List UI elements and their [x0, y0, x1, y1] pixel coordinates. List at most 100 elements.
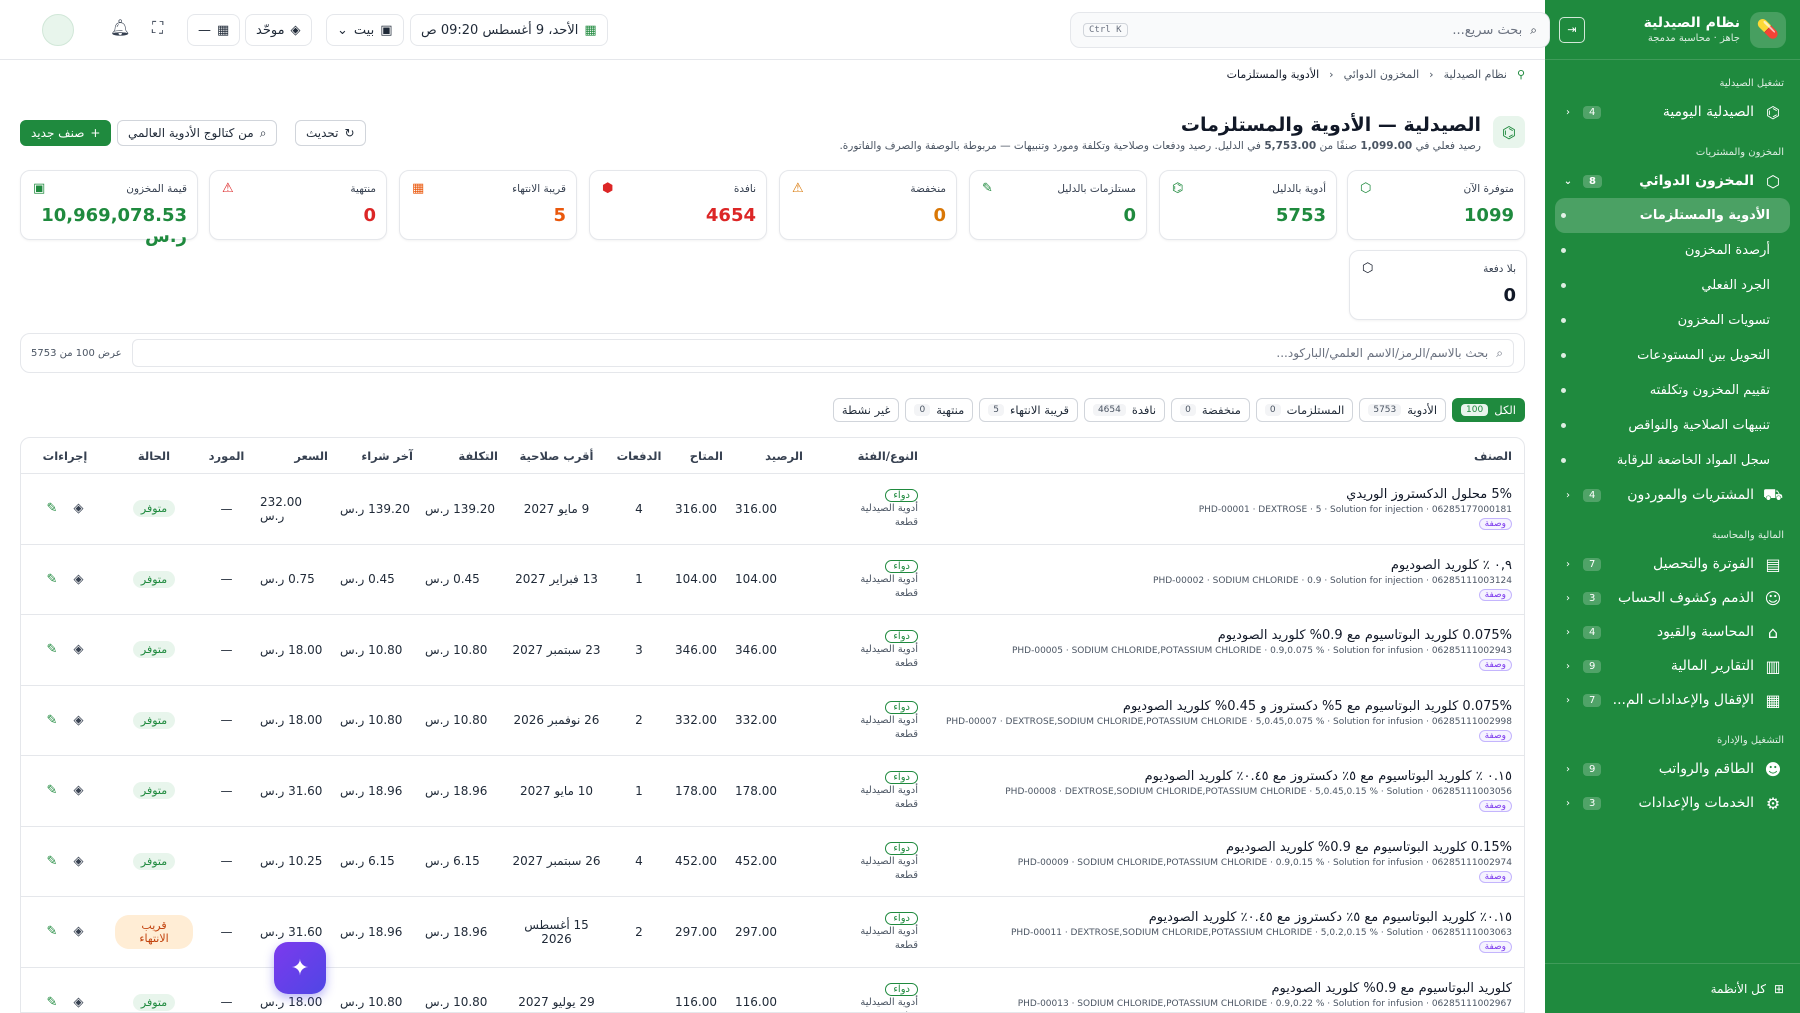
- table-row[interactable]: 5% محلول الدكستروز الوريدي PHD-00001 · DE…: [21, 474, 1524, 545]
- edit-icon[interactable]: ✎: [47, 854, 58, 869]
- filter-chip[interactable]: منخفضة 0: [1171, 398, 1250, 422]
- batches-icon[interactable]: ◈: [73, 642, 83, 657]
- table-row[interactable]: ٠.١٥٪ كلوريد البوتاسيوم مع ٥٪ دكستروز مع…: [21, 897, 1524, 968]
- filter-chip[interactable]: منتهية 0: [905, 398, 974, 422]
- kpi-value: 0: [363, 205, 376, 226]
- mode-select[interactable]: ◈ موحّد: [245, 14, 312, 46]
- edit-icon[interactable]: ✎: [47, 924, 58, 939]
- sidebar-item-daily[interactable]: ⌬ الصيدلية اليومية 4 ‹: [1545, 95, 1800, 129]
- fullscreen-icon[interactable]: ⛶: [152, 18, 163, 38]
- sidebar-sub-valuation[interactable]: تقييم المخزون وتكلفته: [1545, 373, 1800, 408]
- sidebar-sub-controlled[interactable]: سجل المواد الخاضعة للرقابة: [1545, 443, 1800, 478]
- filter-chip[interactable]: المستلزمات 0: [1255, 398, 1354, 422]
- sidebar-item-services[interactable]: ⚙ الخدمات والإعدادات 3 ‹: [1545, 786, 1800, 820]
- filter-chip[interactable]: الأدوية 5753: [1359, 398, 1447, 422]
- sidebar-item-inventory[interactable]: ⬡ المخزون الدوائي 8 ⌄: [1545, 164, 1800, 198]
- chevron-down-icon: ⌄: [1563, 175, 1573, 187]
- table-row[interactable]: 0.075% كلوريد البوتاسيوم مع 5% دكستروز و…: [21, 686, 1524, 756]
- sidebar-item-receivables[interactable]: ☺ الذمم وكشوف الحساب 3 ‹: [1545, 581, 1800, 615]
- sidebar-sub-stocktake[interactable]: الجرد الفعلي: [1545, 268, 1800, 303]
- count-badge: 7: [1583, 693, 1602, 707]
- batches-icon[interactable]: ◈: [73, 572, 83, 587]
- table-row[interactable]: كلوريد البوتاسيوم مع 0.9% كلوريد الصوديو…: [21, 968, 1524, 1012]
- status-badge: متوفر: [132, 993, 176, 1011]
- sidebar-collapse-icon[interactable]: ⇥: [1559, 16, 1585, 43]
- item-name[interactable]: 5% محلول الدكستروز الوريدي: [930, 487, 1512, 502]
- breadcrumb-item[interactable]: نظام الصيدلية: [1444, 68, 1507, 81]
- sidebar-item-purchases[interactable]: ⛟ المشتريات والموردون 4 ‹: [1545, 478, 1800, 512]
- kpi-label: منتهية: [350, 183, 376, 195]
- item-name[interactable]: ٠.١٥٪ كلوريد البوتاسيوم مع ٥٪ دكستروز مع…: [930, 910, 1512, 925]
- batches-icon[interactable]: ◈: [73, 854, 83, 869]
- kpi-card[interactable]: منتهية ⚠ 0: [209, 170, 387, 240]
- kpi-card[interactable]: بلا دفعة ⬡ 0: [1349, 250, 1527, 320]
- edit-icon[interactable]: ✎: [47, 572, 58, 587]
- sidebar-sub-transfers[interactable]: التحويل بين المستودعات: [1545, 338, 1800, 373]
- item-name[interactable]: 0.075% كلوريد البوتاسيوم مع 0.9% كلوريد …: [930, 628, 1512, 643]
- batches-icon[interactable]: ◈: [73, 501, 83, 516]
- filter-chip[interactable]: قريبة الانتهاء 5: [979, 398, 1078, 422]
- edit-icon[interactable]: ✎: [47, 642, 58, 657]
- chevron-left-icon: ‹: [1566, 797, 1570, 809]
- ai-assistant-button[interactable]: ✦: [274, 942, 326, 994]
- sidebar-sub-balances[interactable]: أرصدة المخزون: [1545, 233, 1800, 268]
- batches-icon[interactable]: ◈: [73, 995, 83, 1010]
- sidebar-item-billing[interactable]: ▤ الفوترة والتحصيل 7 ‹: [1545, 547, 1800, 581]
- edit-icon[interactable]: ✎: [47, 783, 58, 798]
- add-item-button[interactable]: + صنف جديد: [20, 120, 112, 146]
- datetime-chip[interactable]: ▦ الأحد، 9 أغسطس 09:20 ص: [410, 14, 608, 46]
- kpi-card[interactable]: قيمة المخزون ▣ 10,969,078.53 ر.س: [20, 170, 198, 247]
- filter-chip[interactable]: نافدة 4654: [1083, 398, 1166, 422]
- quick-search[interactable]: ⌕ بحث سريع... Ctrl K: [1070, 12, 1550, 48]
- item-name[interactable]: كلوريد البوتاسيوم مع 0.9% كلوريد الصوديو…: [930, 981, 1512, 996]
- sidebar-item-closing[interactable]: ▦ الإقفال والإعدادات الم... 7 ‹: [1545, 683, 1800, 717]
- location-select[interactable]: ▣ بيت ⌄: [326, 14, 404, 46]
- avatar[interactable]: [42, 14, 74, 46]
- batches-icon[interactable]: ◈: [73, 924, 83, 939]
- filter-chip[interactable]: الكل 100: [1452, 398, 1525, 422]
- table-row[interactable]: ٠,٩ ٪ كلوريد الصوديوم PHD-00002 · SODIUM …: [21, 545, 1524, 615]
- cubes-icon: ⬡: [1360, 181, 1372, 196]
- all-systems-link[interactable]: ⊞ كل الأنظمة: [1545, 963, 1800, 1013]
- table-row[interactable]: 0.075% كلوريد البوتاسيوم مع 0.9% كلوريد …: [21, 615, 1524, 686]
- bell-icon[interactable]: 🔔︎: [110, 18, 130, 37]
- batches-icon[interactable]: ◈: [73, 713, 83, 728]
- table-row[interactable]: 0.15% كلوريد البوتاسيوم مع 0.9% كلوريد ا…: [21, 827, 1524, 897]
- item-meta: PHD-00009 · SODIUM CHLORIDE,POTASSIUM CH…: [1017, 857, 1512, 868]
- item-search-input[interactable]: ⌕ بحث بالاسم/الرمز/الاسم العلمي/الباركود…: [131, 339, 1514, 367]
- chevron-left-icon: ‹: [1566, 626, 1570, 638]
- sidebar-header: 💊 نظام الصيدلية جاهز · محاسبة مدمجة ⇥: [1545, 0, 1800, 60]
- kpi-card[interactable]: نافدة ⬢ 4654: [589, 170, 767, 240]
- edit-icon[interactable]: ✎: [47, 995, 58, 1010]
- type-badge: دواء: [885, 982, 918, 996]
- kpi-card[interactable]: منخفضة ⚠ 0: [779, 170, 957, 240]
- sidebar-item-staff[interactable]: ☻ الطاقم والرواتب 9 ‹: [1545, 752, 1800, 786]
- kpi-card[interactable]: متوفرة الآن ⬡ 1099: [1347, 170, 1525, 240]
- item-name[interactable]: 0.15% كلوريد البوتاسيوم مع 0.9% كلوريد ا…: [930, 840, 1512, 855]
- filter-chip[interactable]: غير نشطة: [832, 398, 900, 422]
- search-icon: ⌕: [259, 125, 267, 140]
- calendar-dash-chip[interactable]: ▦ —: [187, 14, 241, 46]
- kpi-card[interactable]: مستلزمات بالدليل ✎ 0: [969, 170, 1147, 240]
- sidebar-sub-medicines[interactable]: الأدوية والمستلزمات: [1555, 198, 1790, 233]
- item-name[interactable]: 0.075% كلوريد البوتاسيوم مع 5% دكستروز و…: [930, 699, 1512, 714]
- item-name[interactable]: ٠,٩ ٪ كلوريد الصوديوم: [930, 558, 1512, 573]
- breadcrumb: ⚲ نظام الصيدلية ‹ المخزون الدوائي ‹ الأد…: [1226, 68, 1525, 81]
- refresh-button[interactable]: ↻ تحديث: [295, 120, 366, 146]
- kpi-value: 5753: [1275, 205, 1326, 226]
- sidebar-item-reports[interactable]: ▥ التقارير المالية 9 ‹: [1545, 649, 1800, 683]
- edit-icon[interactable]: ✎: [47, 713, 58, 728]
- sidebar-item-accounting[interactable]: ⌂ المحاسبة والقيود 4 ‹: [1545, 615, 1800, 649]
- syringe-icon: ✎: [982, 181, 993, 196]
- sidebar-sub-alerts[interactable]: تنبيهات الصلاحية والنواقص: [1545, 408, 1800, 443]
- catalog-button[interactable]: ⌕ من كتالوج الأدوية العالمي: [117, 120, 278, 146]
- edit-icon[interactable]: ✎: [47, 501, 58, 516]
- item-name[interactable]: ٠.١٥ ٪ كلوريد البوتاسيوم مع ٥٪ دكستروز م…: [930, 769, 1512, 784]
- kpi-card[interactable]: أدوية بالدليل ⌬ 5753: [1159, 170, 1337, 240]
- batches-icon[interactable]: ◈: [73, 783, 83, 798]
- breadcrumb-item[interactable]: المخزون الدوائي: [1344, 68, 1420, 81]
- table-row[interactable]: ٠.١٥ ٪ كلوريد البوتاسيوم مع ٥٪ دكستروز م…: [21, 756, 1524, 827]
- app-title: نظام الصيدلية: [1643, 15, 1740, 31]
- sidebar-sub-adjustments[interactable]: تسويات المخزون: [1545, 303, 1800, 338]
- kpi-card[interactable]: قريبة الانتهاء ▦ 5: [399, 170, 577, 240]
